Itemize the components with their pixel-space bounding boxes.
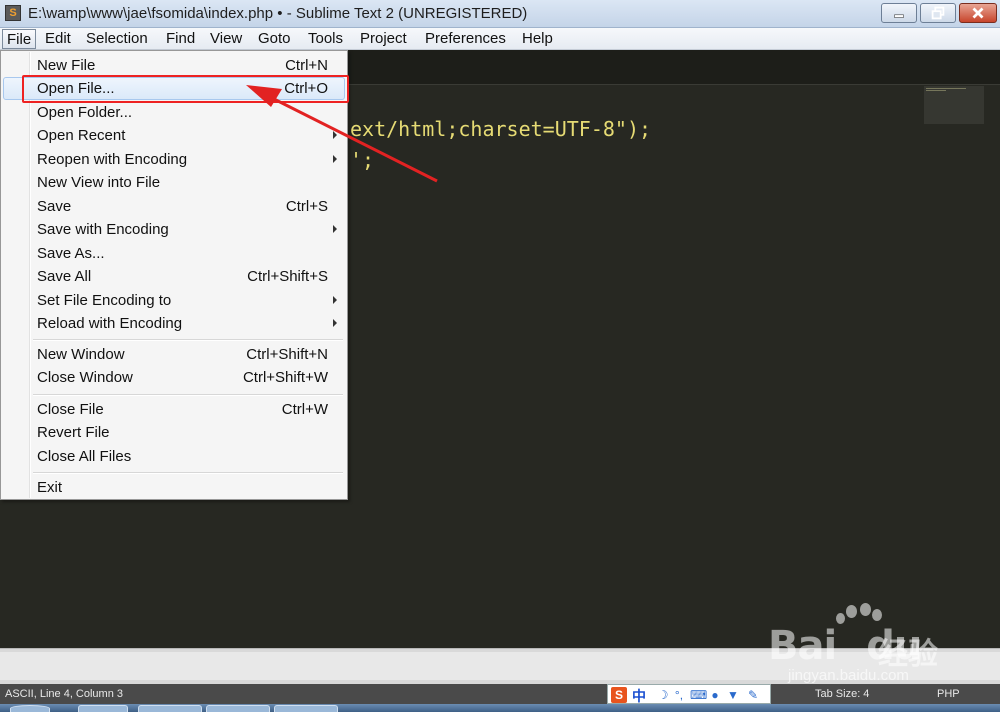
- menu-item-new-view-into-file[interactable]: New View into File: [3, 171, 345, 194]
- menu-item-label: Revert File: [37, 424, 110, 441]
- taskbar-item[interactable]: [274, 705, 338, 712]
- window-title: E:\wamp\www\jae\fsomida\index.php • - Su…: [28, 5, 528, 22]
- menu-item-label: Reopen with Encoding: [37, 151, 188, 168]
- menu-item-label: Close Window: [37, 369, 133, 386]
- menu-item-reopen-with-encoding[interactable]: Reopen with Encoding: [3, 148, 345, 171]
- menu-item-shortcut: Ctrl+S: [285, 198, 328, 215]
- menu-find[interactable]: Find: [162, 29, 199, 49]
- menu-bar: File Edit Selection Find View Goto Tools…: [0, 28, 1000, 50]
- menu-item-label: Reload with Encoding: [37, 315, 183, 332]
- menu-item-save-as[interactable]: Save As...: [3, 242, 345, 265]
- ime-mode-toggle[interactable]: 中: [632, 686, 646, 706]
- menu-item-shortcut: Ctrl+N: [285, 57, 328, 74]
- menu-item-new-window[interactable]: New Window Ctrl+Shift+N: [3, 343, 345, 366]
- restore-button[interactable]: [920, 3, 956, 23]
- menu-goto[interactable]: Goto: [254, 29, 295, 49]
- restore-icon: [931, 6, 945, 20]
- status-syntax[interactable]: PHP: [937, 688, 960, 700]
- code-line-2[interactable]: ';: [350, 148, 374, 172]
- start-button[interactable]: [10, 705, 50, 712]
- close-icon: [972, 7, 984, 19]
- minimize-icon: [894, 14, 904, 18]
- watermark-url: jingyan.baidu.com: [788, 667, 909, 684]
- menu-item-shortcut: Ctrl+W: [281, 401, 328, 418]
- menu-item-label: Save: [37, 198, 72, 215]
- menu-item-close-window[interactable]: Close Window Ctrl+Shift+W: [3, 366, 345, 389]
- keyboard-icon[interactable]: ⌨: [690, 688, 707, 702]
- menu-item-shortcut: Ctrl+Shift+N: [246, 346, 328, 363]
- menu-item-new-file[interactable]: New File Ctrl+N: [3, 54, 345, 77]
- menu-item-label: Save As...: [37, 245, 105, 262]
- taskbar-item[interactable]: [138, 705, 202, 712]
- menu-item-open-recent[interactable]: Open Recent: [3, 124, 345, 147]
- menu-item-close-file[interactable]: Close File Ctrl+W: [3, 398, 345, 421]
- menu-item-revert-file[interactable]: Revert File: [3, 421, 345, 444]
- close-button[interactable]: [959, 3, 997, 23]
- menu-item-shortcut: Ctrl+Shift+S: [247, 268, 328, 285]
- wrench-icon[interactable]: ✎: [746, 688, 760, 702]
- menu-item-label: Close All Files: [37, 448, 132, 465]
- menu-item-open-folder[interactable]: Open Folder...: [3, 101, 345, 124]
- code-line-1[interactable]: ext/html;charset=UTF-8");: [350, 117, 651, 141]
- user-icon[interactable]: ●: [708, 688, 722, 702]
- menu-item-save[interactable]: Save Ctrl+S: [3, 195, 345, 218]
- sogou-logo-icon[interactable]: S: [611, 687, 627, 703]
- menu-separator: [33, 339, 343, 341]
- menu-item-shortcut: Ctrl+Shift+W: [242, 369, 328, 386]
- menu-separator: [33, 394, 343, 396]
- menu-item-exit[interactable]: Exit: [3, 476, 345, 499]
- status-bar: ASCII, Line 4, Column 3 Tab Size: 4 PHP: [0, 684, 1000, 704]
- status-cursor-position: ASCII, Line 4, Column 3: [5, 688, 124, 700]
- menu-item-label: Save All: [37, 268, 92, 285]
- menu-item-label: Exit: [37, 479, 63, 496]
- sublime-app-icon[interactable]: S: [5, 5, 21, 21]
- menu-item-label: Open Recent: [37, 127, 126, 144]
- menu-item-save-all[interactable]: Save All Ctrl+Shift+S: [3, 265, 345, 288]
- menu-tools[interactable]: Tools: [304, 29, 347, 49]
- status-tab-size[interactable]: Tab Size: 4: [815, 688, 869, 700]
- menu-item-save-with-encoding[interactable]: Save with Encoding: [3, 218, 345, 241]
- baidu-jingyan-watermark: Bai du 经验 jingyan.baidu.com: [768, 603, 948, 685]
- minimize-button[interactable]: [881, 3, 917, 23]
- title-bar: S E:\wamp\www\jae\fsomida\index.php • - …: [0, 0, 1000, 28]
- menu-item-set-file-encoding[interactable]: Set File Encoding to: [3, 289, 345, 312]
- menu-preferences[interactable]: Preferences: [421, 29, 510, 49]
- menu-view[interactable]: View: [206, 29, 246, 49]
- punctuation-icon[interactable]: °,: [672, 688, 686, 702]
- menu-item-reload-with-encoding[interactable]: Reload with Encoding: [3, 312, 345, 335]
- moon-icon[interactable]: ☽: [656, 688, 670, 702]
- menu-item-label: New File: [37, 57, 96, 74]
- menu-selection[interactable]: Selection: [82, 29, 152, 49]
- annotation-highlight-box: [22, 75, 349, 103]
- submenu-arrow-icon: [333, 296, 337, 304]
- menu-item-label: Save with Encoding: [37, 221, 169, 238]
- ime-toolbar: S 中 ☽ °, ⌨ ● ▼ ✎: [607, 684, 771, 704]
- submenu-arrow-icon: [333, 225, 337, 233]
- taskbar-item[interactable]: [206, 705, 270, 712]
- minimap[interactable]: [924, 86, 984, 124]
- menu-project[interactable]: Project: [356, 29, 411, 49]
- menu-file[interactable]: File: [2, 29, 37, 49]
- menu-separator: [33, 472, 343, 474]
- menu-item-label: Set File Encoding to: [37, 292, 172, 309]
- file-menu-dropdown: New File Ctrl+N Open File... Ctrl+O Open…: [0, 50, 348, 500]
- menu-item-label: Open Folder...: [37, 104, 133, 121]
- taskbar-item[interactable]: [78, 705, 128, 712]
- menu-edit[interactable]: Edit: [41, 29, 75, 49]
- shirt-icon[interactable]: ▼: [726, 688, 740, 702]
- menu-item-label: New Window: [37, 346, 125, 363]
- menu-item-close-all-files[interactable]: Close All Files: [3, 445, 345, 468]
- submenu-arrow-icon: [333, 155, 337, 163]
- menu-item-label: Close File: [37, 401, 104, 418]
- submenu-arrow-icon: [333, 131, 337, 139]
- taskbar: [0, 704, 1000, 712]
- submenu-arrow-icon: [333, 319, 337, 327]
- menu-item-label: New View into File: [37, 174, 161, 191]
- menu-help[interactable]: Help: [518, 29, 557, 49]
